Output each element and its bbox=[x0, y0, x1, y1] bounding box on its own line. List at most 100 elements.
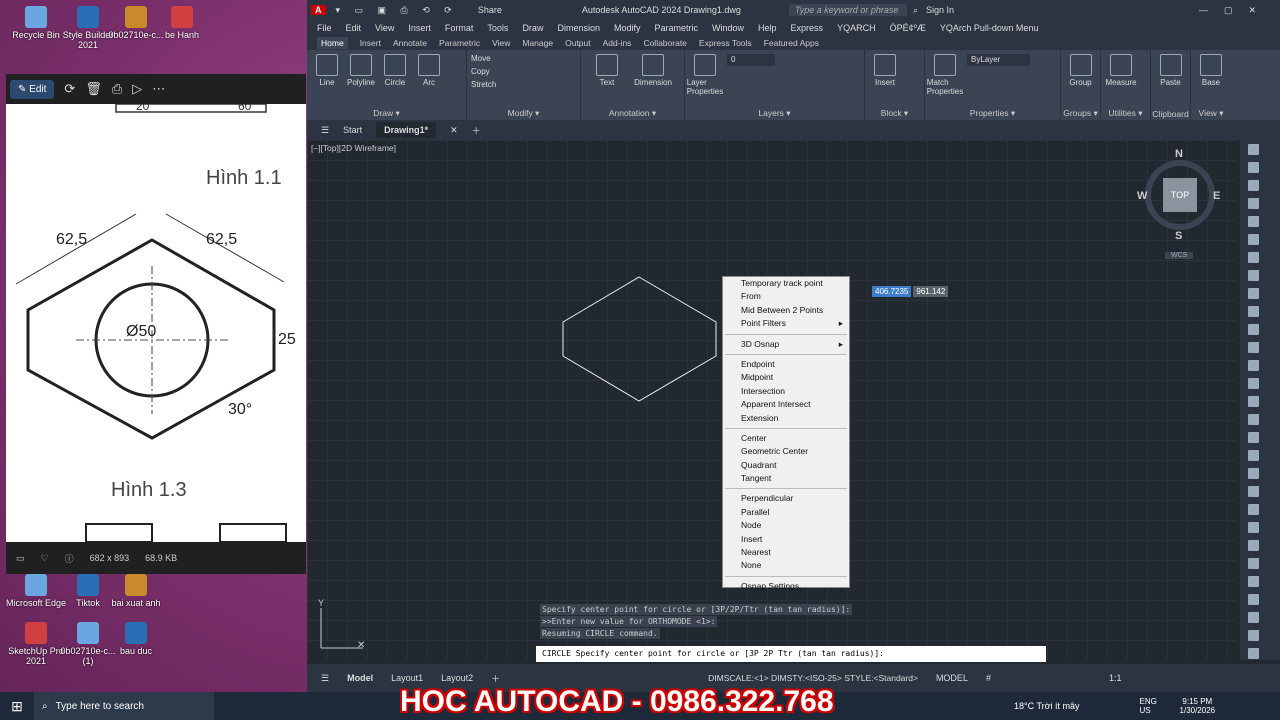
windows-start-icon[interactable]: ⊞ bbox=[0, 698, 34, 715]
new-tab-icon[interactable]: ＋ bbox=[472, 124, 481, 137]
toolbar-button-icon[interactable] bbox=[1248, 306, 1259, 317]
toolbar-button-icon[interactable] bbox=[1248, 252, 1259, 263]
tab-start[interactable]: Start bbox=[343, 125, 362, 135]
context-menu-item[interactable]: Quadrant bbox=[723, 459, 849, 472]
share-button[interactable]: Share bbox=[478, 5, 502, 15]
context-menu-item[interactable]: Intersection bbox=[723, 385, 849, 398]
menu-item[interactable]: Parametric bbox=[655, 23, 699, 33]
context-menu-item[interactable]: Point Filters ▸ bbox=[723, 317, 849, 330]
slideshow-icon[interactable]: ▷ bbox=[132, 81, 142, 97]
compass-e[interactable]: E bbox=[1213, 190, 1220, 202]
ribbon-tab[interactable]: View bbox=[492, 38, 510, 48]
toolbar-button-icon[interactable] bbox=[1248, 270, 1259, 281]
ribbon-tab[interactable]: Express Tools bbox=[699, 38, 752, 48]
context-menu-item[interactable]: Center bbox=[723, 432, 849, 445]
context-menu-item[interactable]: Tangent bbox=[723, 472, 849, 485]
model-button[interactable]: MODEL bbox=[936, 673, 968, 683]
autocad-logo-icon[interactable]: A bbox=[311, 5, 326, 15]
toolbar-button-icon[interactable] bbox=[1248, 558, 1259, 569]
taskbar-search[interactable]: ⌕ Type here to search bbox=[34, 692, 214, 720]
toolbar-button-icon[interactable] bbox=[1248, 576, 1259, 587]
rotate-icon[interactable]: ⟳ bbox=[64, 81, 75, 97]
menu-item[interactable]: Dimension bbox=[557, 23, 600, 33]
context-menu-item[interactable]: Insert bbox=[723, 533, 849, 546]
draw-tool[interactable]: Polyline bbox=[345, 54, 377, 116]
menu-item[interactable]: Draw bbox=[522, 23, 543, 33]
toolbar-button-icon[interactable] bbox=[1248, 144, 1259, 155]
grid-icon[interactable]: # bbox=[986, 673, 991, 683]
context-menu-item[interactable]: From bbox=[723, 290, 849, 303]
print-icon[interactable]: ⎙ bbox=[112, 81, 122, 97]
viewcube-top[interactable]: TOP bbox=[1163, 178, 1197, 212]
menu-item[interactable]: Insert bbox=[408, 23, 431, 33]
toolbar-button-icon[interactable] bbox=[1248, 540, 1259, 551]
base-button[interactable]: Base bbox=[1195, 54, 1227, 116]
tab-layout1[interactable]: Layout1 bbox=[391, 673, 423, 683]
context-menu-item[interactable]: Apparent Intersect bbox=[723, 398, 849, 411]
menu-item[interactable]: YQArch Pull-down Menu bbox=[940, 23, 1039, 33]
context-menu-item[interactable]: Node bbox=[723, 519, 849, 532]
toolbar-button-icon[interactable] bbox=[1248, 288, 1259, 299]
tab-drawing1[interactable]: Drawing1* bbox=[376, 122, 437, 138]
menu-item[interactable]: Modify bbox=[614, 23, 641, 33]
command-line[interactable]: CIRCLE Specify center point for circle o… bbox=[536, 646, 1046, 662]
ribbon-tab[interactable]: Parametric bbox=[439, 38, 480, 48]
toolbar-button-icon[interactable] bbox=[1248, 486, 1259, 497]
toolbar-button-icon[interactable] bbox=[1248, 522, 1259, 533]
compass-n[interactable]: N bbox=[1175, 148, 1183, 160]
menu-item[interactable]: Express bbox=[791, 23, 824, 33]
ribbon-tab[interactable]: Home bbox=[317, 37, 348, 49]
toolbar-button-icon[interactable] bbox=[1248, 342, 1259, 353]
ribbon-tab[interactable]: Featured Apps bbox=[764, 38, 819, 48]
ribbon-tab[interactable]: Manage bbox=[522, 38, 553, 48]
toolbar-button-icon[interactable] bbox=[1248, 216, 1259, 227]
menu-item[interactable]: ÓPÉ¢ºÆ bbox=[890, 23, 926, 33]
menu-icon-2[interactable]: ☰ bbox=[321, 673, 329, 684]
delete-icon[interactable]: 🗑 bbox=[85, 81, 102, 97]
coord-y-input[interactable]: 961.142 bbox=[913, 286, 949, 297]
clock[interactable]: 9:15 PM 1/30/2026 bbox=[1180, 697, 1216, 715]
toolbar-button-icon[interactable] bbox=[1248, 612, 1259, 623]
draw-tool[interactable]: Line bbox=[311, 54, 343, 116]
tab-model[interactable]: Model bbox=[347, 673, 373, 683]
toolbar-button-icon[interactable] bbox=[1248, 396, 1259, 407]
modify-tool[interactable]: Stretch bbox=[471, 80, 496, 89]
wcs-label[interactable]: WCS bbox=[1165, 252, 1194, 259]
toolbar-button-icon[interactable] bbox=[1248, 324, 1259, 335]
toolbar-button-icon[interactable] bbox=[1248, 468, 1259, 479]
compass-w[interactable]: W bbox=[1137, 190, 1147, 202]
measure-button[interactable]: Measure bbox=[1105, 54, 1137, 116]
ribbon-tab[interactable]: Collaborate bbox=[643, 38, 686, 48]
color-dropdown[interactable]: ByLayer bbox=[967, 54, 1031, 66]
toolbar-button-icon[interactable] bbox=[1248, 198, 1259, 209]
right-toolbar[interactable] bbox=[1240, 140, 1280, 713]
toolbar-button-icon[interactable] bbox=[1248, 360, 1259, 371]
menu-item[interactable]: View bbox=[375, 23, 394, 33]
annotation-tool[interactable]: Text bbox=[585, 54, 629, 116]
paste-button[interactable]: Paste bbox=[1155, 54, 1186, 116]
toolbar-button-icon[interactable] bbox=[1248, 504, 1259, 515]
ribbon-tab[interactable]: Annotate bbox=[393, 38, 427, 48]
toolbar-button-icon[interactable] bbox=[1248, 594, 1259, 605]
menu-icon[interactable]: ☰ bbox=[321, 125, 329, 136]
window-controls[interactable]: —▢✕ bbox=[1199, 5, 1272, 16]
context-menu-item[interactable]: Osnap Settings... bbox=[723, 580, 849, 593]
close-tab-icon[interactable]: ✕ bbox=[450, 125, 458, 136]
toolbar-button-icon[interactable] bbox=[1248, 162, 1259, 173]
draw-tool[interactable]: Arc bbox=[413, 54, 445, 116]
menu-item[interactable]: Help bbox=[758, 23, 777, 33]
context-menu-item[interactable]: Extension bbox=[723, 412, 849, 425]
menu-item[interactable]: YQARCH bbox=[837, 23, 876, 33]
search-input[interactable]: Type a keyword or phrase bbox=[788, 4, 907, 16]
toolbar-button-icon[interactable] bbox=[1248, 378, 1259, 389]
toolbar-button-icon[interactable] bbox=[1248, 414, 1259, 425]
toolbar-button-icon[interactable] bbox=[1248, 180, 1259, 191]
modify-tool[interactable]: Move bbox=[471, 54, 496, 63]
ribbon-tab[interactable]: Insert bbox=[360, 38, 381, 48]
context-menu-item[interactable]: Endpoint bbox=[723, 358, 849, 371]
viewcube[interactable]: TOP N S W E bbox=[1137, 148, 1223, 244]
hexagon-shape[interactable] bbox=[562, 276, 717, 402]
menu-item[interactable]: File bbox=[317, 23, 332, 33]
toolbar-button-icon[interactable] bbox=[1248, 630, 1259, 641]
context-menu-item[interactable]: Nearest bbox=[723, 546, 849, 559]
